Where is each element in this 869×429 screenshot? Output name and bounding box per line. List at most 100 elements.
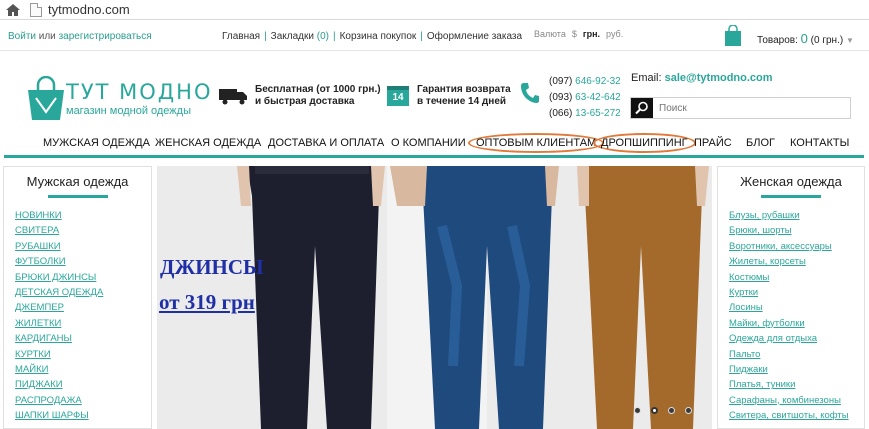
feature-delivery-line2: и быстрая доставка	[255, 96, 355, 107]
promo-price[interactable]: от 319 грн	[159, 290, 255, 315]
nav-dropshipping[interactable]: ДРОПШИППИНГ	[593, 133, 696, 153]
slider-dot[interactable]	[668, 407, 675, 414]
phone-digits: 63-42-642	[575, 92, 621, 103]
search-input[interactable]	[653, 98, 850, 118]
sidebar-item-coats[interactable]: Пальто	[729, 347, 864, 362]
phone-number[interactable]: (097) 646-92-32	[549, 74, 621, 90]
slider-dot-active[interactable]	[651, 407, 658, 414]
brand-name: ТУТ МОДНО	[66, 80, 213, 104]
sidebar-item-collars[interactable]: Воротники, аксессуары	[729, 239, 864, 254]
toplink-bookmarks[interactable]: Закладки (0)	[271, 31, 329, 42]
sidebar-item-vests[interactable]: ЖИЛЕТКИ	[15, 316, 151, 331]
currency-rub[interactable]: руб.	[606, 29, 623, 39]
nav-about[interactable]: О КОМПАНИИ	[391, 137, 466, 149]
phone-code: (093)	[549, 92, 573, 103]
currency-uah[interactable]: грн.	[583, 29, 600, 39]
sidebar-womens: Женская одежда Блузы, рубашки Брюки, шор…	[717, 166, 865, 429]
sidebar-item-suits[interactable]: Костюмы	[729, 270, 864, 285]
cart-summary[interactable]: Товаров: 0 (0 грн.) ▼	[757, 31, 854, 46]
sidebar-title: Мужская одежда	[26, 174, 129, 189]
sidebar-item-kids[interactable]: ДЕТСКАЯ ОДЕЖДА	[15, 285, 151, 300]
toplink-cart[interactable]: Корзина покупок	[340, 31, 417, 42]
title-underline	[761, 195, 821, 198]
sidebar-mens: Мужская одежда НОВИНКИ СВИТЕРА РУБАШКИ Ф…	[3, 166, 152, 429]
slider-dot[interactable]	[685, 407, 692, 414]
phone-digits: 13-65-272	[575, 108, 621, 119]
sidebar-item-blouses[interactable]: Блузы, рубашки	[729, 208, 864, 223]
sidebar-item-dresses[interactable]: Платья, туники	[729, 377, 864, 392]
register-link[interactable]: зарегистрироваться	[59, 31, 152, 42]
sidebar-item-shirts[interactable]: РУБАШКИ	[15, 239, 151, 254]
currency-switcher: Валюта $ грн. руб.	[534, 29, 623, 39]
browser-address-bar: tytmodno.com	[0, 0, 869, 20]
nav-price[interactable]: ПРАЙС	[694, 137, 732, 149]
bookmarks-count: (0)	[316, 31, 329, 42]
nav-blog[interactable]: БЛОГ	[746, 137, 775, 149]
sidebar-item-sweaters[interactable]: СВИТЕРА	[15, 223, 151, 238]
nav-mens-clothing[interactable]: МУЖСКАЯ ОДЕЖДА	[43, 137, 150, 149]
brand[interactable]: ТУТ МОДНО магазин модной одежды	[66, 80, 213, 117]
login-or-text: или	[35, 31, 59, 42]
divider: |	[332, 31, 336, 42]
phone-number[interactable]: (066) 13-65-272	[549, 106, 621, 122]
sidebar-item-tops[interactable]: Майки, футболки	[729, 316, 864, 331]
login-link[interactable]: Войти	[8, 31, 36, 42]
slider-dot[interactable]	[634, 407, 641, 414]
nav-wholesale[interactable]: ОПТОВЫМ КЛИЕНТАМ	[468, 133, 605, 153]
cart-label: Товаров:	[757, 35, 798, 46]
divider: |	[420, 31, 423, 42]
cart-count: 0	[800, 31, 808, 46]
sidebar-item-tshirts[interactable]: ФУТБОЛКИ	[15, 254, 151, 269]
phone-code: (066)	[549, 108, 573, 119]
sidebar-item-jackets[interactable]: Куртки	[729, 285, 864, 300]
category-list: НОВИНКИ СВИТЕРА РУБАШКИ ФУТБОЛКИ БРЮКИ Д…	[4, 208, 151, 423]
search-icon[interactable]	[631, 98, 653, 118]
toplink-checkout[interactable]: Оформление заказа	[427, 31, 522, 42]
logo-bag-icon[interactable]	[26, 75, 66, 122]
currency-usd[interactable]: $	[572, 29, 577, 39]
sidebar-item-leggings[interactable]: Лосины	[729, 300, 864, 315]
sidebar-item-sundresses[interactable]: Сарафаны, комбинезоны	[729, 393, 864, 408]
email-link[interactable]: sale@tytmodno.com	[665, 72, 773, 84]
top-utility-bar: Войти или зарегистрироваться Главная | З…	[0, 21, 869, 51]
sidebar-item-blazers[interactable]: ПИДЖАКИ	[15, 377, 151, 392]
divider: |	[264, 31, 267, 42]
sidebar-item-vests[interactable]: Жилеты, корсеты	[729, 254, 864, 269]
sidebar-item-leisure[interactable]: Одежда для отдыха	[729, 331, 864, 346]
feature-delivery-line1: Бесплатная (от 1000 грн.)	[255, 84, 381, 95]
home-icon[interactable]	[4, 2, 22, 18]
phone-digits: 646-92-32	[575, 76, 621, 87]
feature-return: 14 Гарантия возврата в течение 14 дней	[387, 84, 511, 108]
nav-delivery-payment[interactable]: ДОСТАВКА И ОПЛАТА	[268, 137, 384, 149]
phone-icon	[520, 82, 540, 104]
feature-return-line1: Гарантия возврата	[417, 84, 511, 95]
nav-contacts[interactable]: КОНТАКТЫ	[790, 137, 849, 149]
sidebar-item-tanks[interactable]: МАЙКИ	[15, 362, 151, 377]
phone-number[interactable]: (093) 63-42-642	[549, 90, 621, 106]
nav-womens-clothing[interactable]: ЖЕНСКАЯ ОДЕЖДА	[155, 137, 261, 149]
sidebar-item-jumper[interactable]: ДЖЕМПЕР	[15, 300, 151, 315]
shopping-bag-icon[interactable]	[724, 24, 742, 47]
hero-banner[interactable]: ДЖИНСЫ от 319 грн	[157, 166, 712, 429]
login-area: Войти или зарегистрироваться	[8, 31, 152, 42]
calendar-icon: 14	[387, 86, 409, 106]
page-icon	[30, 2, 42, 17]
cart-sum: (0 грн.)	[810, 35, 844, 46]
sidebar-item-blazers[interactable]: Пиджаки	[729, 362, 864, 377]
sidebar-item-new[interactable]: НОВИНКИ	[15, 208, 151, 223]
toplink-home[interactable]: Главная	[222, 31, 260, 42]
url-text[interactable]: tytmodno.com	[48, 2, 130, 17]
chevron-down-icon[interactable]: ▼	[846, 36, 854, 45]
sidebar-item-jeans[interactable]: БРЮКИ ДЖИНСЫ	[15, 270, 151, 285]
sidebar-item-jackets[interactable]: КУРТКИ	[15, 347, 151, 362]
bookmarks-label: Закладки	[270, 31, 314, 42]
slider-dots	[634, 407, 692, 414]
truck-icon	[219, 87, 249, 105]
sidebar-item-sale[interactable]: РАСПРОДАЖА	[15, 393, 151, 408]
sidebar-item-hats[interactable]: ШАПКИ ШАРФЫ	[15, 408, 151, 423]
sidebar-item-trousers[interactable]: Брюки, шорты	[729, 223, 864, 238]
phone-list: (097) 646-92-32 (093) 63-42-642 (066) 13…	[549, 74, 621, 122]
sidebar-item-sweaters[interactable]: Свитера, свитшоты, кофты	[729, 408, 864, 423]
sidebar-item-cardigans[interactable]: КАРДИГАНЫ	[15, 331, 151, 346]
feature-delivery: Бесплатная (от 1000 грн.) и быстрая дост…	[219, 84, 381, 108]
